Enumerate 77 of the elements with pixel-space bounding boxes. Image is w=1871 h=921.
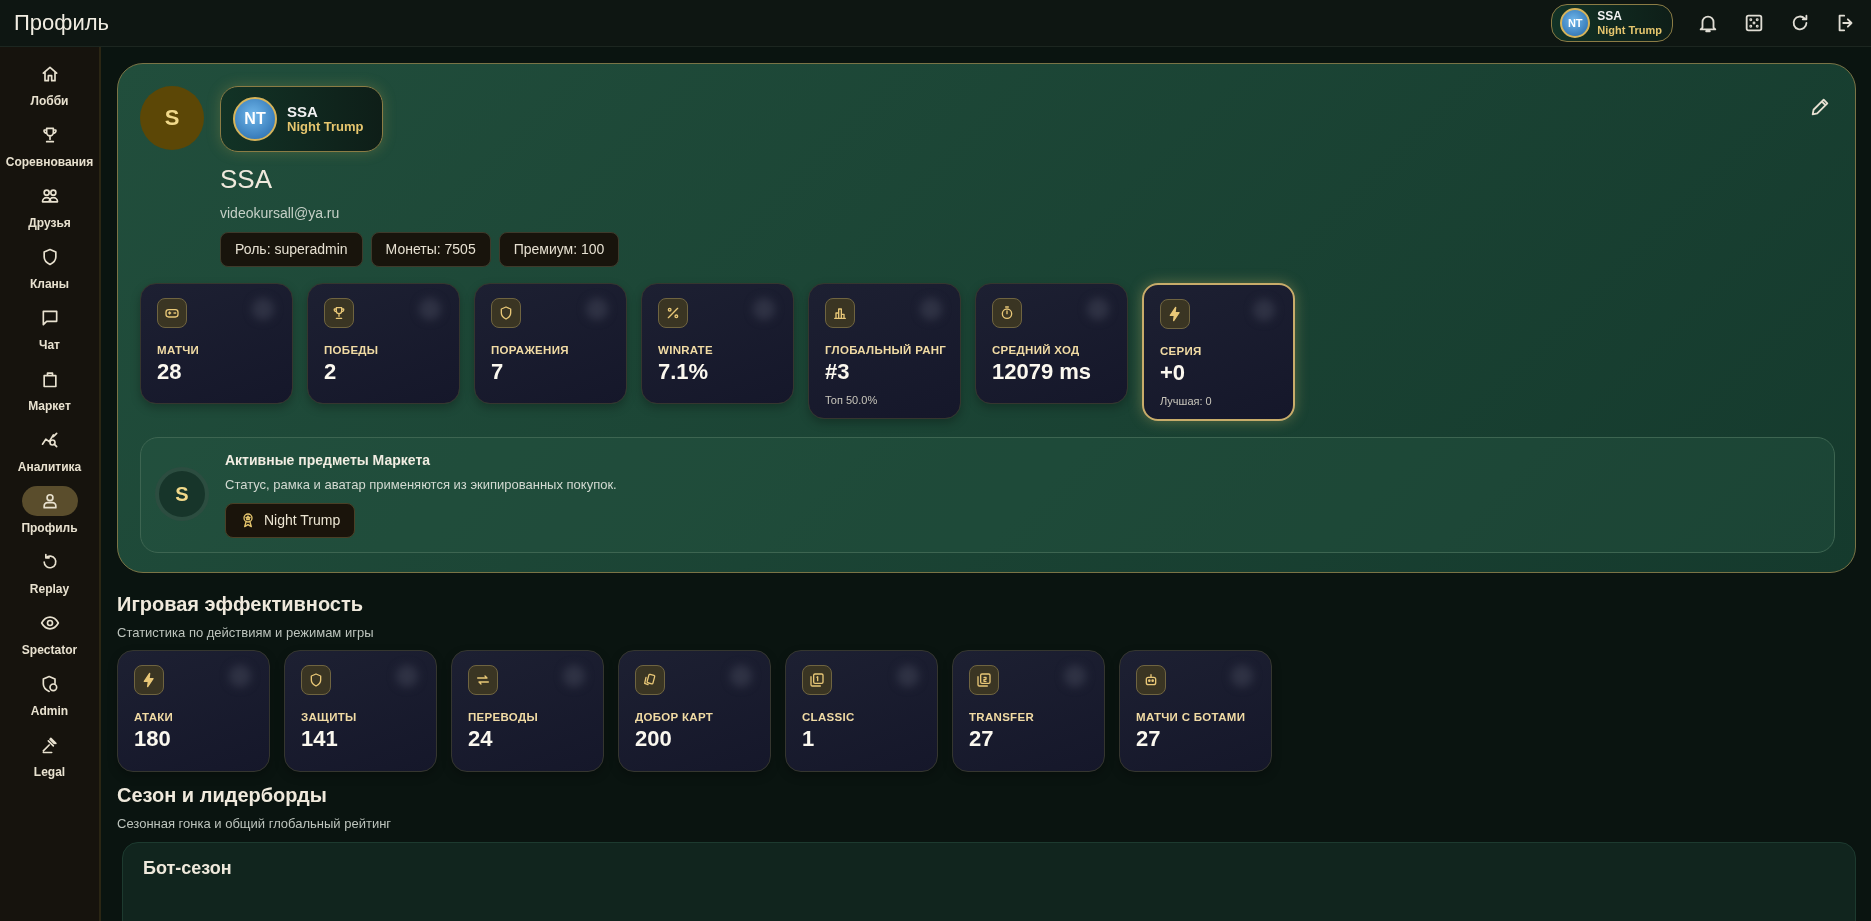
- page-title: Профиль: [14, 9, 109, 38]
- market-item[interactable]: Night Trump: [225, 502, 356, 538]
- shield-icon: [308, 672, 324, 689]
- stat-label: МАТЧИ С БОТАМИ: [1136, 710, 1247, 726]
- stack-one-icon: [809, 672, 825, 689]
- stat-value: 12079 ms: [992, 359, 1093, 386]
- sidebar-item[interactable]: Соревнования: [0, 115, 99, 177]
- sidebar-item[interactable]: Аналитика: [0, 420, 99, 482]
- profile-email: videokursall@ya.ru: [220, 203, 341, 223]
- stat-value: 1: [802, 726, 816, 753]
- chip-name: SSA: [287, 103, 319, 121]
- stat-label: СЕРИЯ: [1160, 343, 1203, 359]
- section-subtitle: Сезонная гонка и общий глобальный рейтинг: [117, 815, 393, 834]
- section-subtitle: Статистика по действиям и режимам игры: [117, 623, 375, 642]
- market-avatar: S: [155, 466, 209, 521]
- medal-icon: [240, 512, 256, 529]
- sidebar-item[interactable]: Лобби: [0, 54, 99, 116]
- stat-value: 7: [491, 359, 505, 386]
- lightning-icon: [141, 672, 157, 689]
- sidebar-item[interactable]: Друзья: [0, 176, 99, 238]
- profile-frame-chip[interactable]: NT SSA Night Trump: [1551, 4, 1673, 42]
- stat-label: ЗАЩИТЫ: [301, 710, 358, 726]
- stat-value: 7.1%: [658, 359, 710, 386]
- stat-value: +0: [1160, 360, 1187, 387]
- stat-value: 27: [969, 726, 995, 753]
- stat-value: 180: [134, 726, 172, 753]
- section-heading: Игровая эффективность: [117, 591, 365, 617]
- stat-note: Топ 50.0%: [825, 392, 879, 408]
- profile-tag: Премиум: 100: [498, 231, 620, 267]
- profile-frame-chip[interactable]: NT SSA Night Trump: [220, 85, 383, 152]
- dice-icon: [1743, 12, 1765, 34]
- profile-name: SSA: [220, 162, 274, 196]
- market-title: Активные предметы Маркета: [225, 451, 432, 471]
- stat-value: 2: [324, 359, 338, 386]
- stack-two-icon: [976, 672, 992, 689]
- sidebar-item[interactable]: Replay: [0, 542, 99, 604]
- stat-label: ДОБОР КАРТ: [635, 710, 715, 726]
- stat-label: АТАКИ: [134, 710, 175, 726]
- stat-label: WINRATE: [658, 342, 714, 358]
- chip-status: Night Trump: [1597, 23, 1662, 36]
- stat-label: ПОБЕДЫ: [324, 342, 380, 358]
- sidebar-item[interactable]: Legal: [0, 725, 99, 787]
- stat-label: TRANSFER: [969, 710, 1035, 726]
- chip-name: SSA: [1597, 10, 1623, 24]
- avatar: S: [140, 85, 204, 150]
- profile-tag: Роль: superadmin: [220, 231, 363, 267]
- sidebar-item[interactable]: Маркет: [0, 359, 99, 421]
- lightning-icon: [1167, 305, 1183, 322]
- stat-label: ГЛОБАЛЬНЫЙ РАНГ: [825, 342, 944, 358]
- stat-value: 28: [157, 359, 183, 386]
- stat-value: 200: [635, 726, 673, 753]
- stat-label: ПОРАЖЕНИЯ: [491, 342, 570, 358]
- market-description: Статус, рамка и аватар применяются из экипированных покупок.: [225, 476, 617, 495]
- sidebar-item[interactable]: Профиль: [0, 481, 99, 543]
- stat-value: 27: [1136, 726, 1162, 753]
- section-heading: Сезон и лидерборды: [117, 783, 328, 809]
- stat-value: 24: [468, 726, 494, 753]
- timer-icon: [999, 304, 1015, 321]
- stat-label: МАТЧИ: [157, 342, 201, 358]
- stat-label: ПЕРЕВОДЫ: [468, 710, 539, 726]
- analytics-icon: [39, 429, 60, 450]
- emblem: NT: [1560, 8, 1591, 38]
- season-title: Бот-сезон: [143, 857, 232, 878]
- emblem: NT: [233, 96, 277, 141]
- stat-note: Лучшая: 0: [1160, 393, 1213, 409]
- stat-value: #3: [825, 359, 851, 386]
- profile-tag: Монеты: 7505: [370, 231, 491, 267]
- sidebar-item[interactable]: Чат: [0, 298, 99, 360]
- stat-value: 141: [301, 726, 339, 753]
- sidebar-item[interactable]: Admin: [0, 664, 99, 726]
- chip-status: Night Trump: [287, 120, 364, 135]
- stat-label: CLASSIC: [802, 710, 856, 726]
- shield-icon: [498, 304, 514, 321]
- sidebar-item[interactable]: Spectator: [0, 603, 99, 665]
- sidebar-item[interactable]: Кланы: [0, 237, 99, 299]
- stat-label: СРЕДНИЙ ХОД: [992, 342, 1081, 358]
- trophy-icon: [331, 304, 347, 321]
